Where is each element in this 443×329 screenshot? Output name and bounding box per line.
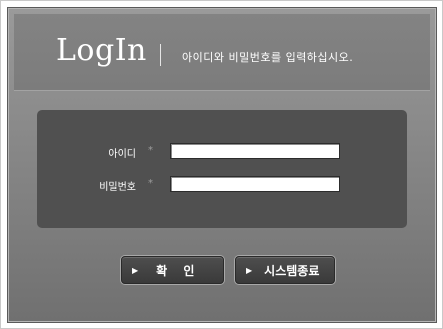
login-form: 아이디 * 비밀번호 * <box>37 110 407 228</box>
exit-system-button-label: 시스템종료 <box>264 263 320 278</box>
id-input[interactable] <box>170 143 340 159</box>
password-required-marker: * <box>148 178 153 189</box>
header-separator <box>14 90 430 91</box>
login-header: LogIn 아이디와 비밀번호를 입력하십시오. <box>14 14 430 90</box>
exit-system-button[interactable]: ▶ 시스템종료 <box>235 256 335 284</box>
password-label: 비밀번호 <box>99 182 136 193</box>
id-required-marker: * <box>148 145 153 156</box>
id-label: 아이디 <box>108 149 136 160</box>
login-window-frame: LogIn 아이디와 비밀번호를 입력하십시오. 아이디 * 비밀번호 * ▶ … <box>0 0 443 329</box>
login-logo: LogIn <box>56 33 147 68</box>
login-instruction: 아이디와 비밀번호를 입력하십시오. <box>182 51 354 64</box>
password-input[interactable] <box>170 176 340 192</box>
confirm-button[interactable]: ▶ 확 인 <box>121 256 224 284</box>
triangle-right-icon: ▶ <box>132 265 145 275</box>
triangle-right-icon: ▶ <box>246 265 253 275</box>
confirm-button-label: 확 인 <box>156 263 201 278</box>
login-panel: LogIn 아이디와 비밀번호를 입력하십시오. 아이디 * 비밀번호 * ▶ … <box>7 7 437 323</box>
header-divider <box>160 44 161 66</box>
